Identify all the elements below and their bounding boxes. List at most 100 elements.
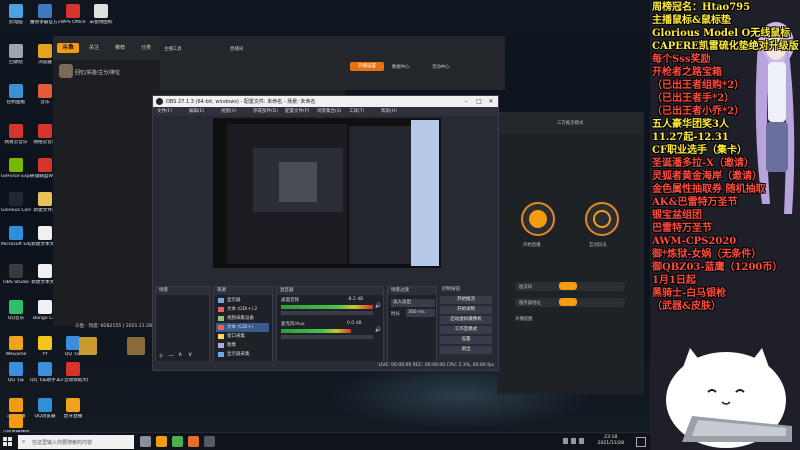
desktop-icon[interactable]: 虎牙直播 (58, 396, 88, 432)
app-icon (9, 192, 23, 206)
desktop-icon[interactable]: Glorious Core (1, 190, 31, 228)
notification-icon[interactable] (636, 437, 646, 447)
desktop-icon[interactable]: OBS Studio (1, 262, 31, 300)
obs-control-button[interactable]: 设置 (440, 336, 492, 344)
move-down-icon[interactable]: ∨ (188, 351, 192, 358)
remove-scene-icon[interactable]: － (168, 351, 174, 360)
preview-nested-recursion (279, 162, 317, 202)
source-row[interactable]: 显示器采集 (216, 350, 269, 359)
live-settings-browser[interactable]: 主播工具 直播间 开播设置 数据中心 活动中心 (160, 36, 505, 90)
desktop-icon[interactable]: 此电脑 (1, 2, 31, 40)
browser-label[interactable]: 数据中心 (392, 64, 410, 70)
close-icon[interactable]: ✕ (485, 97, 497, 106)
obs-titlebar[interactable]: OBS 27.1.3 (64-bit, windows) - 配置文件: 未命名… (153, 96, 498, 107)
obs-menu-item[interactable]: 视图(V) (221, 108, 237, 114)
taskbar-app-chrome[interactable] (172, 436, 183, 447)
copy-button[interactable] (559, 282, 577, 290)
source-row[interactable]: 窗口采集 (216, 332, 269, 341)
audio-mixer-dock[interactable]: 混音器 桌面音频 -8.2 dB 麦克风/Aux 0.0 dB 🔊 🔊 (276, 286, 384, 362)
volume-slider[interactable] (281, 311, 373, 315)
app-icon (94, 4, 108, 18)
desktop-icon[interactable]: WPS Office (58, 2, 88, 40)
obs-control-button[interactable]: 工作室模式 (440, 326, 492, 334)
app-icon (9, 158, 23, 172)
desktop-icon[interactable]: 魔兽争霸官方对战平台 (30, 2, 60, 40)
desktop-icon[interactable]: 控制面板 (1, 82, 31, 120)
browser-label[interactable]: 活动中心 (432, 64, 450, 70)
desktop-icon-label: 网易云音乐 (4, 140, 28, 145)
overlay-text-line: 11.27起-12.31 (652, 132, 729, 143)
browser-label[interactable]: 主播工具 (164, 46, 182, 52)
taskbar-search-input[interactable]: ⌕ 在这里输入你要搜索的内容 (18, 435, 134, 449)
live-app-tab[interactable]: 关注 (89, 44, 99, 51)
move-up-icon[interactable]: ∧ (178, 351, 182, 358)
duration-input[interactable]: 300 ms (406, 309, 435, 317)
start-stream-circle-button[interactable] (521, 202, 555, 236)
sources-dock[interactable]: 来源 显示器 文本 (GDI+) 2 视频采集设备 文本 (GDI+) 窗口采集 图像 显示… (213, 286, 273, 362)
obs-menu-item[interactable]: 场景集合(S) (317, 108, 341, 114)
obs-control-button[interactable]: 开始推流 (440, 296, 492, 304)
add-scene-icon[interactable]: ＋ (158, 351, 164, 360)
live-settings-tab[interactable]: 开播设置 (350, 62, 384, 71)
maximize-icon[interactable]: □ (473, 97, 485, 106)
network-icon[interactable] (571, 438, 576, 444)
obs-control-button[interactable]: 启动虚拟摄像机 (440, 316, 492, 324)
avatar[interactable] (59, 64, 73, 78)
live-app-tab[interactable]: 分类 (141, 44, 151, 51)
obs-menu-item[interactable]: 工具(T) (349, 108, 364, 114)
obs-menu-item[interactable]: 停靠部件(D) (253, 108, 278, 114)
taskbar-app-obs[interactable] (204, 436, 215, 447)
obs-preview[interactable] (213, 118, 441, 268)
desktop-icon[interactable]: QQ音乐 (1, 298, 31, 336)
source-row[interactable]: 图像 (216, 341, 269, 350)
volume-slider[interactable] (281, 335, 373, 339)
overlay-text-line: 每个Sss奖励 (652, 54, 711, 65)
browser-label[interactable]: 直播间 (230, 46, 243, 52)
obs-menu-item[interactable]: 编辑(E) (189, 108, 204, 114)
source-row[interactable]: 视频采集设备 (216, 314, 269, 323)
desktop-icon[interactable]: CF活动领取大助手 (58, 360, 88, 398)
gift-thumbnail[interactable] (79, 337, 97, 355)
desktop-icon[interactable]: 斗鱼直播伴侣 (1, 412, 31, 432)
obs-menu-item[interactable]: 文件(F) (157, 108, 172, 114)
desktop-icon[interactable]: QQ飞车助手工具 (30, 360, 60, 398)
interaction-circle-button[interactable] (585, 202, 619, 236)
tray-icon[interactable] (563, 438, 568, 444)
taskbar-app-douyu-live[interactable] (188, 436, 199, 447)
source-row[interactable]: 文本 (GDI+) 2 (216, 305, 269, 314)
taskbar-app-douyu[interactable] (156, 436, 167, 447)
live-app-tab[interactable]: 推荐 (115, 44, 125, 51)
transitions-dock[interactable]: 场景过渡 淡入淡出 时长 300 ms (387, 286, 437, 362)
desktop-icon[interactable]: GeForce Experience (1, 156, 31, 194)
desktop-icon[interactable]: 回收站 (1, 42, 31, 80)
obs-control-button[interactable]: 开始录制 (440, 306, 492, 314)
app-icon (38, 226, 52, 240)
overlay-text-line: 锻宝盆组团 (652, 210, 702, 221)
scenes-dock[interactable]: 场景 ＋ － ∧ ∨ (155, 286, 210, 362)
source-row[interactable]: 文本 (GDI+) (216, 323, 269, 332)
speaker-icon[interactable]: 🔊 (375, 327, 381, 333)
transition-select[interactable]: 淡入淡出 (391, 299, 435, 307)
app-icon (9, 398, 23, 412)
taskbar-clock[interactable]: 23:18 2021/11/28 (598, 435, 624, 447)
obs-control-button[interactable]: 退出 (440, 346, 492, 354)
desktop-icon[interactable]: 未使用图标 (86, 2, 116, 40)
desktop-icon[interactable]: 网易云音乐 (1, 122, 31, 160)
minimize-icon[interactable]: – (460, 97, 472, 106)
source-row[interactable]: 显示器 (216, 296, 269, 305)
volume-icon[interactable] (579, 438, 584, 444)
taskbar-app-task-view[interactable] (140, 436, 151, 447)
speaker-icon[interactable]: 🔊 (375, 303, 381, 309)
desktop-icon[interactable]: QQ飞车 (1, 360, 31, 398)
desktop-icon[interactable]: QQ浏览器 (30, 396, 60, 432)
obs-menu-item[interactable]: 配置文件(P) (285, 108, 309, 114)
overlay-text-line: （已出王者手*2） (652, 93, 735, 104)
copy-button[interactable] (559, 298, 577, 306)
obs-menu-item[interactable]: 帮助(H) (381, 108, 397, 114)
desktop-icon[interactable]: Microsoft Edge (1, 224, 31, 262)
live-stream-panel[interactable]: 三方推流模式 开始直播 互动玩法 推流码 服务器地址 开播提醒 (497, 112, 644, 394)
gift-thumbnail[interactable] (127, 337, 145, 355)
desktop-icon-label: QQ飞车 (7, 378, 25, 383)
windows-start-icon[interactable] (3, 437, 12, 446)
obs-window[interactable]: OBS 27.1.3 (64-bit, windows) - 配置文件: 未命名… (152, 95, 499, 371)
